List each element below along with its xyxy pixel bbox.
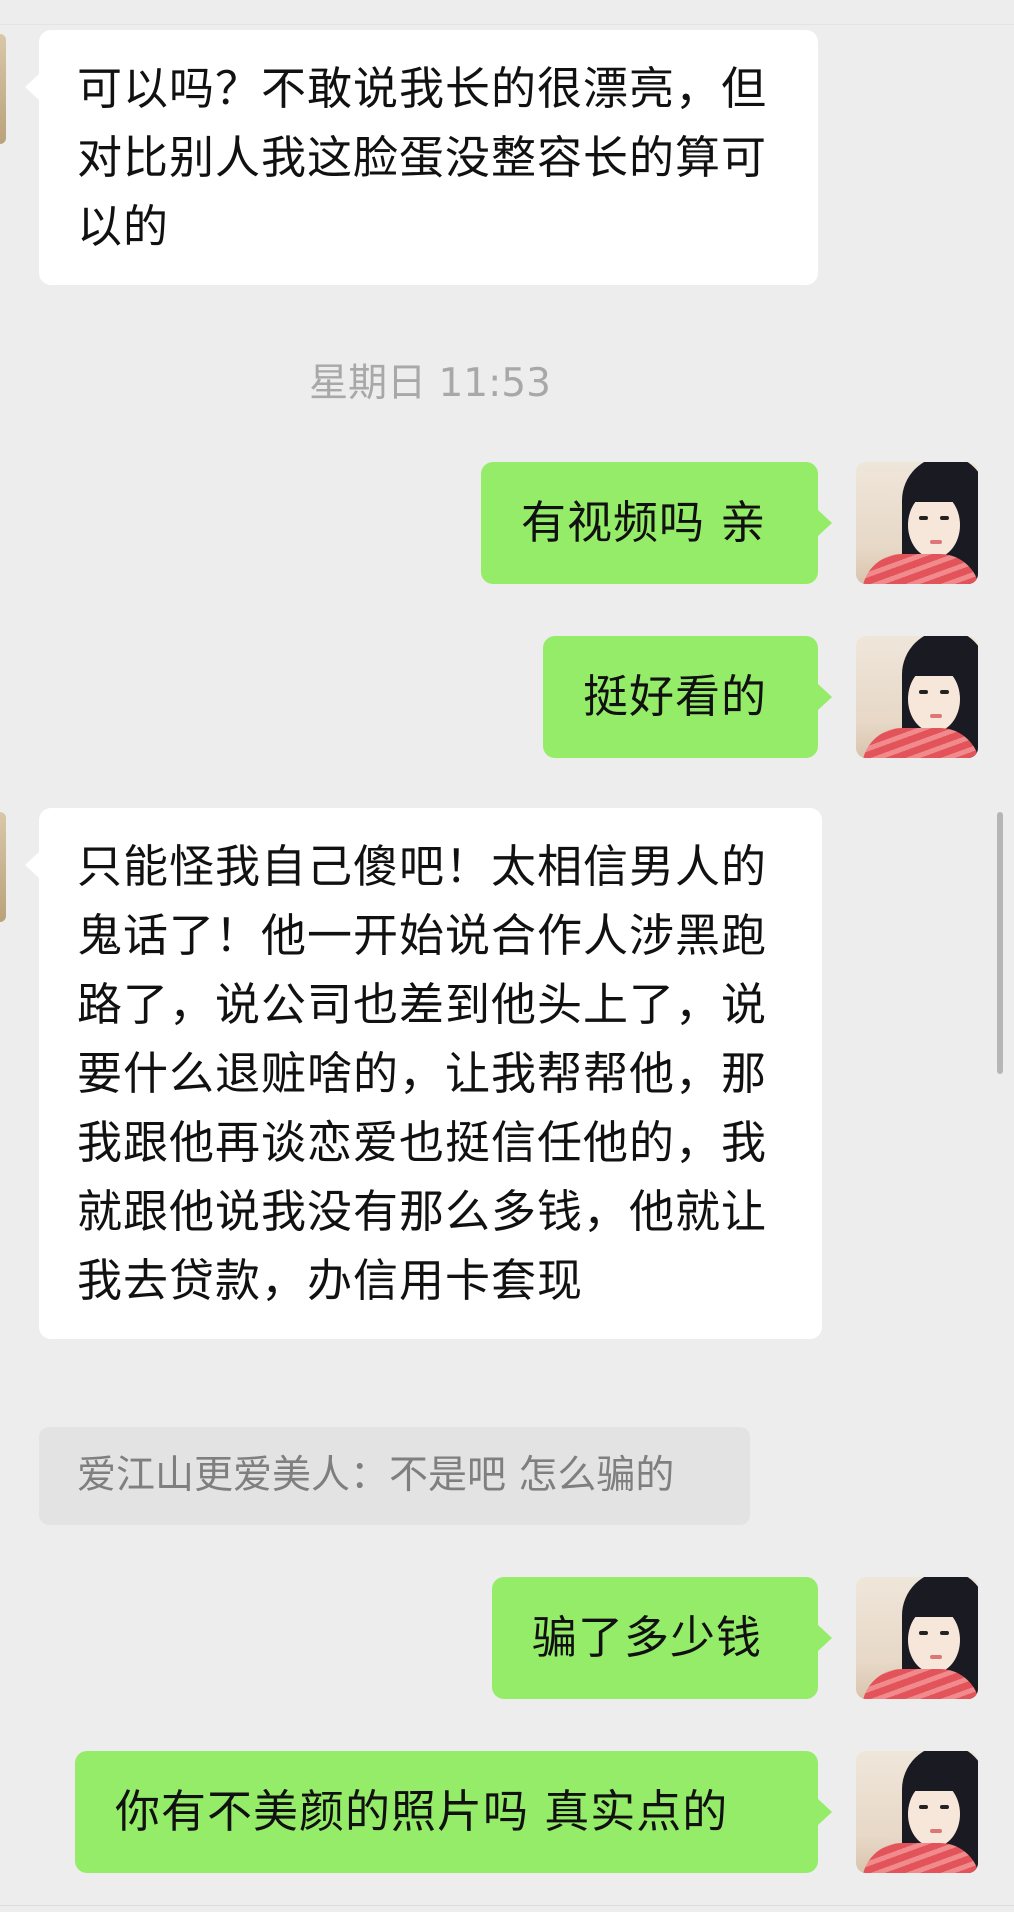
chat-timestamp: 星期日 11:53	[309, 361, 551, 406]
sent-message-bubble[interactable]: 挺好看的	[543, 636, 832, 758]
bubble-tail	[818, 510, 832, 536]
bubble-tail	[818, 684, 832, 710]
sent-message-bubble[interactable]: 骗了多少钱	[492, 1577, 832, 1699]
bubble-tail	[818, 1799, 832, 1825]
contact-avatar-partial[interactable]	[0, 34, 6, 144]
sent-message-bubble[interactable]: 你有不美颜的照片吗 真实点的	[75, 1751, 832, 1873]
bottom-divider	[0, 1905, 1014, 1906]
message-text: 可以吗？不敢说我长的很漂亮，但对比别人我这脸蛋没整容长的算可以的	[77, 62, 768, 253]
my-avatar[interactable]	[856, 636, 978, 758]
message-text: 有视频吗 亲	[521, 496, 767, 549]
contact-avatar-partial[interactable]	[0, 812, 6, 922]
bubble-tail	[25, 852, 39, 878]
scrollbar[interactable]	[997, 812, 1003, 1074]
message-text: 你有不美颜的照片吗 真实点的	[115, 1785, 729, 1838]
my-avatar[interactable]	[856, 462, 978, 584]
bubble-tail	[818, 1625, 832, 1651]
top-divider	[0, 24, 1014, 25]
sent-message-bubble[interactable]: 有视频吗 亲	[481, 462, 832, 584]
message-text: 骗了多少钱	[532, 1611, 763, 1664]
my-avatar[interactable]	[856, 1577, 978, 1699]
my-avatar[interactable]	[856, 1751, 978, 1873]
received-message-bubble[interactable]: 可以吗？不敢说我长的很漂亮，但对比别人我这脸蛋没整容长的算可以的	[25, 30, 818, 285]
bubble-tail	[25, 74, 39, 100]
quoted-reply[interactable]: 爱江山更爱美人：不是吧 怎么骗的	[39, 1427, 750, 1525]
message-text: 挺好看的	[583, 670, 768, 723]
message-text: 只能怪我自己傻吧！太相信男人的鬼话了！他一开始说合作人涉黑跑路了，说公司也差到他…	[77, 840, 768, 1307]
received-message-bubble[interactable]: 只能怪我自己傻吧！太相信男人的鬼话了！他一开始说合作人涉黑跑路了，说公司也差到他…	[25, 808, 822, 1339]
